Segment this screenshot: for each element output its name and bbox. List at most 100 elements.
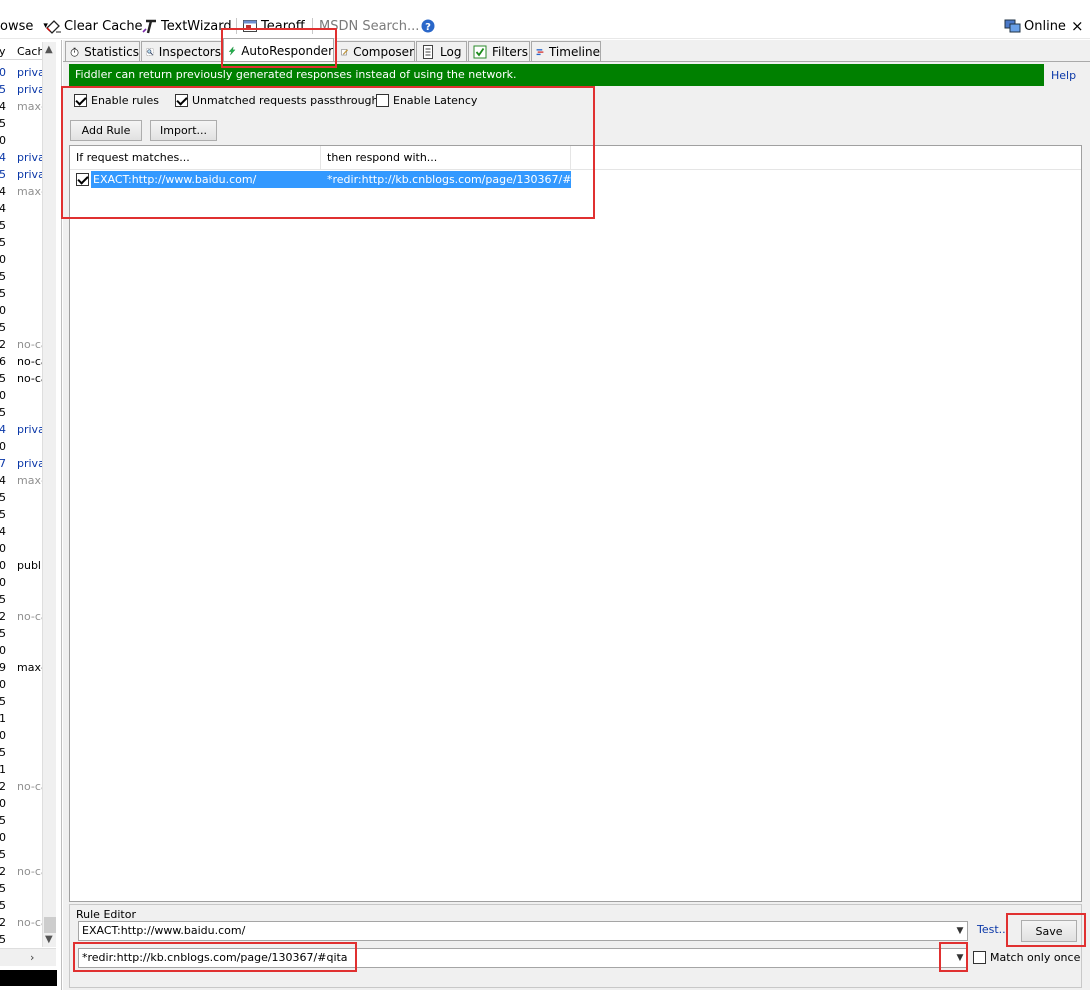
rule-match-cell: EXACT:http://www.baidu.com/ [91, 171, 321, 188]
session-row[interactable]: 5 [0, 320, 42, 337]
session-row[interactable]: 5 [0, 592, 42, 609]
enable-latency-checkbox[interactable]: Enable Latency [376, 94, 477, 107]
quickexec-bar[interactable] [0, 970, 57, 986]
horizontal-scrollbar[interactable]: › [0, 948, 56, 966]
help-link[interactable]: Help [1051, 69, 1076, 82]
session-row[interactable]: 7 priva [0, 456, 42, 473]
session-body-size: 2 [0, 338, 6, 351]
tab-timeline[interactable]: Timeline [531, 41, 601, 61]
session-row[interactable]: 6 no-ca [0, 354, 42, 371]
clear-cache-button[interactable]: Clear Cache [45, 17, 143, 35]
column-header-match[interactable]: If request matches... [70, 146, 321, 170]
enable-rules-checkbox[interactable]: Enable rules [74, 94, 159, 107]
session-row[interactable]: 0 [0, 575, 42, 592]
session-row[interactable]: 0 priva [0, 65, 42, 82]
session-row[interactable]: 2 no-ca [0, 779, 42, 796]
scroll-right-icon[interactable]: › [30, 951, 34, 964]
rule-respond-combobox[interactable]: *redir:http://kb.cnblogs.com/page/130367… [78, 948, 968, 968]
session-row[interactable]: 0 [0, 643, 42, 660]
tab-statistics[interactable]: Statistics [65, 41, 140, 61]
session-row[interactable]: 0 [0, 252, 42, 269]
close-icon[interactable]: × [1071, 17, 1084, 35]
session-row[interactable]: 1 [0, 762, 42, 779]
session-row[interactable]: 0 [0, 796, 42, 813]
tab-filters[interactable]: Filters [468, 41, 530, 61]
session-row[interactable]: 2 no-ca [0, 337, 42, 354]
session-row[interactable]: 9 max- [0, 660, 42, 677]
session-row[interactable]: 5 [0, 218, 42, 235]
browse-button[interactable]: owse ▾ [0, 17, 48, 35]
chevron-down-icon[interactable]: ▼ [953, 949, 967, 967]
help-icon[interactable]: ? [421, 17, 435, 35]
unmatched-passthrough-checkbox[interactable]: Unmatched requests passthrough [175, 94, 379, 107]
session-row[interactable]: 5 [0, 813, 42, 830]
session-row[interactable]: 5 [0, 507, 42, 524]
rule-match-combobox[interactable]: EXACT:http://www.baidu.com/ ▼ [78, 921, 968, 941]
session-row[interactable]: 0 publi [0, 558, 42, 575]
autoresponder-panel: Fiddler can return previously generated … [63, 61, 1090, 990]
rules-list[interactable]: If request matches... then respond with.… [69, 145, 1082, 902]
session-row[interactable]: 5 [0, 898, 42, 915]
column-header-respond[interactable]: then respond with... [321, 146, 571, 170]
scroll-up-icon[interactable]: ▲ [45, 44, 53, 55]
session-row[interactable]: 0 [0, 439, 42, 456]
session-row[interactable]: 5 [0, 286, 42, 303]
import-button[interactable]: Import... [150, 120, 217, 141]
session-row[interactable]: 5 [0, 932, 42, 949]
session-row[interactable]: 1 [0, 711, 42, 728]
msdn-search-input[interactable]: MSDN Search... [319, 17, 419, 35]
session-row[interactable]: 2 no-ca [0, 915, 42, 932]
session-row[interactable]: 5 [0, 235, 42, 252]
tab-inspectors[interactable]: Inspectors [141, 41, 222, 61]
session-row[interactable]: 2 no-ca [0, 609, 42, 626]
tab-autoresponder[interactable]: AutoResponder [223, 38, 334, 62]
online-indicator[interactable]: Online [1004, 17, 1066, 35]
tab-composer[interactable]: Composer [336, 41, 415, 61]
session-row[interactable]: 0 [0, 303, 42, 320]
rule-enabled-checkbox[interactable] [76, 173, 89, 186]
session-row[interactable]: 5 priva [0, 167, 42, 184]
vertical-scrollbar[interactable]: ▲ ▼ [42, 42, 56, 947]
session-body-size: 5 [0, 593, 6, 606]
tearoff-button[interactable]: Tearoff [242, 17, 305, 35]
match-only-once-checkbox[interactable]: Match only once [973, 951, 1080, 964]
column-header-body[interactable]: y [0, 45, 6, 58]
session-row[interactable]: 5 [0, 116, 42, 133]
column-header-caching[interactable]: Cach [17, 45, 44, 58]
session-row[interactable]: 4 max- [0, 184, 42, 201]
test-link[interactable]: Test... [977, 923, 1009, 936]
tab-bar: Statistics Inspectors AutoResponder Comp… [63, 38, 1090, 62]
add-rule-button[interactable]: Add Rule [70, 120, 142, 141]
session-row[interactable]: 5 [0, 490, 42, 507]
save-button[interactable]: Save [1021, 920, 1077, 942]
session-row[interactable]: 5 [0, 745, 42, 762]
session-row[interactable]: 5 [0, 847, 42, 864]
session-row[interactable]: 5 [0, 694, 42, 711]
rule-row[interactable]: EXACT:http://www.baidu.com/ *redir:http:… [70, 171, 571, 188]
session-row[interactable]: 4 [0, 524, 42, 541]
tab-log[interactable]: Log [416, 41, 467, 61]
session-row[interactable]: 5 [0, 269, 42, 286]
session-row[interactable]: 0 [0, 133, 42, 150]
session-row[interactable]: 4 priva [0, 150, 42, 167]
scrollbar-thumb[interactable] [44, 917, 56, 933]
session-row[interactable]: 5 priva [0, 82, 42, 99]
session-row[interactable]: 5 [0, 881, 42, 898]
session-row[interactable]: 5 no-ca [0, 371, 42, 388]
session-row[interactable]: 4 max- [0, 99, 42, 116]
session-row[interactable]: 0 [0, 541, 42, 558]
scroll-down-icon[interactable]: ▼ [45, 934, 53, 945]
session-row[interactable]: 2 no-ca [0, 864, 42, 881]
session-row[interactable]: 5 [0, 626, 42, 643]
session-row[interactable]: 0 [0, 728, 42, 745]
session-row[interactable]: 4 priva [0, 422, 42, 439]
session-row[interactable]: 0 [0, 388, 42, 405]
chevron-down-icon[interactable]: ▼ [953, 922, 967, 940]
session-row[interactable]: 0 [0, 677, 42, 694]
match-only-once-label: Match only once [990, 951, 1081, 964]
session-row[interactable]: 4 [0, 201, 42, 218]
session-row[interactable]: 5 [0, 405, 42, 422]
textwizard-button[interactable]: TextWizard [142, 17, 232, 35]
session-row[interactable]: 4 max- [0, 473, 42, 490]
session-row[interactable]: 0 [0, 830, 42, 847]
